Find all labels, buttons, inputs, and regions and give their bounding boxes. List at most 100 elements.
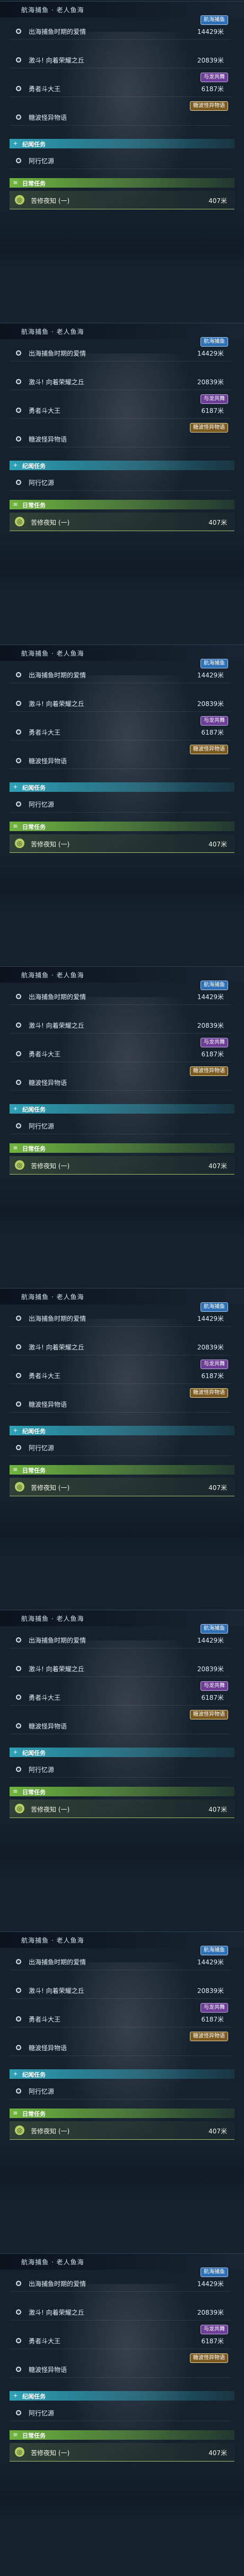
task-distance: 6187米: [201, 2337, 224, 2345]
task-row[interactable]: 出海捕鱼时期的爱情 14429米 航海捕鱼: [10, 337, 231, 361]
memorial-task-header-label: 纪闻任务: [22, 463, 46, 470]
memorial-task-header-label: 纪闻任务: [22, 784, 46, 791]
task-row[interactable]: 出海捕鱼时期的爱情 14429米 航海捕鱼: [10, 659, 231, 683]
daily-task-header[interactable]: ≡ 日常任务: [10, 2430, 234, 2440]
daily-task-row[interactable]: ◎ 苦修夜知 (一) 407米: [10, 191, 234, 209]
daily-task-row[interactable]: ◎ 苦修夜知 (一) 407米: [10, 1799, 234, 1818]
task-distance: 6187米: [201, 407, 224, 414]
memorial-task-header[interactable]: + 纪闻任务: [10, 1748, 234, 1757]
task-distance: 20839米: [197, 1665, 224, 1673]
task-label: 糖波怪异物语: [29, 2366, 67, 2374]
task-distance: 6187米: [201, 729, 224, 736]
task-row[interactable]: 糖波怪异物语 糖波怪异物语: [10, 2353, 231, 2378]
task-bullet-icon: [16, 1445, 21, 1450]
daily-task-row[interactable]: ◎ 苦修夜知 (一) 407米: [10, 1478, 234, 1496]
memorial-task-row[interactable]: 阿行忆源: [10, 2083, 231, 2099]
daily-task-header[interactable]: ≡ 日常任务: [10, 500, 234, 509]
task-bullet-icon: [16, 2309, 21, 2315]
task-row[interactable]: 糖波怪异物语 糖波怪异物语: [10, 1066, 231, 1091]
daily-task-header[interactable]: ≡ 日常任务: [10, 1787, 234, 1796]
task-label: 糖波怪异物语: [29, 1079, 67, 1087]
task-location-tag: 航海捕鱼: [201, 1946, 228, 1955]
memorial-task-header[interactable]: + 纪闻任务: [10, 1104, 234, 1114]
memorial-task-header[interactable]: + 纪闻任务: [10, 461, 234, 470]
task-location-tag: 糖波怪异物语: [190, 101, 228, 111]
daily-task-header-label: 日常任务: [22, 180, 46, 187]
task-row[interactable]: 出海捕鱼时期的爱情 14429米 航海捕鱼: [10, 1946, 231, 1970]
quest-title: 航海捕鱼 · 老人鱼海: [21, 1937, 84, 1944]
memorial-task-row[interactable]: 阿行忆源: [10, 153, 231, 169]
quest-title: 航海捕鱼 · 老人鱼海: [21, 972, 84, 979]
memorial-task-row[interactable]: 阿行忆源: [10, 1118, 231, 1134]
daily-task-header[interactable]: ≡ 日常任务: [10, 822, 234, 831]
task-row[interactable]: 勇者斗大王 6187米 与龙共舞: [10, 1038, 231, 1062]
task-row[interactable]: 出海捕鱼时期的爱情 14429米 航海捕鱼: [10, 2268, 231, 2292]
task-row[interactable]: 糖波怪异物语 糖波怪异物语: [10, 745, 231, 769]
quest-title: 航海捕鱼 · 老人鱼海: [21, 1615, 84, 1622]
daily-task-label: 苦修夜知 (一): [31, 2128, 70, 2135]
task-row[interactable]: 糖波怪异物语 糖波怪异物语: [10, 1388, 231, 1413]
daily-task-row[interactable]: ◎ 苦修夜知 (一) 407米: [10, 1156, 234, 1175]
task-row[interactable]: 糖波怪异物语 糖波怪异物语: [10, 2032, 231, 2056]
task-row[interactable]: 勇者斗大王 6187米 与龙共舞: [10, 1360, 231, 1384]
memorial-task-row[interactable]: 阿行忆源: [10, 1440, 231, 1456]
task-row[interactable]: 出海捕鱼时期的爱情 14429米 航海捕鱼: [10, 1624, 231, 1648]
daily-task-row[interactable]: ◎ 苦修夜知 (一) 407米: [10, 2121, 234, 2140]
task-bullet-icon: [16, 729, 21, 735]
task-bullet-icon: [16, 2088, 21, 2094]
task-row[interactable]: 激斗! 向着荣耀之丘 20839米: [10, 1017, 231, 1034]
task-label: 糖波怪异物语: [29, 757, 67, 765]
memorial-task-header[interactable]: + 纪闻任务: [10, 1426, 234, 1435]
task-row[interactable]: 激斗! 向着荣耀之丘 20839米: [10, 2304, 231, 2321]
task-row[interactable]: 激斗! 向着荣耀之丘 20839米: [10, 1982, 231, 1999]
task-row[interactable]: 糖波怪异物语 糖波怪异物语: [10, 423, 231, 447]
task-row[interactable]: 出海捕鱼时期的爱情 14429米 航海捕鱼: [10, 981, 231, 1005]
task-bullet-icon: [16, 1767, 21, 1772]
memorial-task-row[interactable]: 阿行忆源: [10, 796, 231, 813]
daily-task-row[interactable]: ◎ 苦修夜知 (一) 407米: [10, 2443, 234, 2462]
task-bullet-icon: [16, 672, 21, 677]
task-label: 糖波怪异物语: [29, 1723, 67, 1730]
daily-task-row[interactable]: ◎ 苦修夜知 (一) 407米: [10, 513, 234, 531]
task-row[interactable]: 激斗! 向着荣耀之丘 20839米: [10, 1661, 231, 1677]
daily-task-header[interactable]: ≡ 日常任务: [10, 1465, 234, 1475]
task-label: 激斗! 向着荣耀之丘: [29, 378, 84, 386]
task-row[interactable]: 勇者斗大王 6187米 与龙共舞: [10, 394, 231, 419]
task-bullet-icon: [16, 379, 21, 384]
task-row[interactable]: 勇者斗大王 6187米 与龙共舞: [10, 2325, 231, 2349]
task-row[interactable]: 勇者斗大王 6187米 与龙共舞: [10, 716, 231, 740]
task-bullet-icon: [16, 29, 21, 34]
daily-task-header[interactable]: ≡ 日常任务: [10, 178, 234, 188]
memorial-task-row[interactable]: 阿行忆源: [10, 1761, 231, 1778]
active-quest-icon: ◎: [15, 2447, 24, 2457]
memorial-task-row[interactable]: 阿行忆源: [10, 474, 231, 491]
task-row[interactable]: 激斗! 向着荣耀之丘 20839米: [10, 374, 231, 390]
memorial-task-header[interactable]: + 纪闻任务: [10, 139, 234, 148]
task-bullet-icon: [16, 2281, 21, 2286]
memorial-task-header[interactable]: + 纪闻任务: [10, 782, 234, 792]
task-row[interactable]: 出海捕鱼时期的爱情 14429米 航海捕鱼: [10, 1302, 231, 1327]
task-row[interactable]: 激斗! 向着荣耀之丘 20839米: [10, 695, 231, 712]
task-bullet-icon: [16, 1123, 21, 1128]
task-location-tag: 航海捕鱼: [201, 659, 228, 668]
task-row[interactable]: 勇者斗大王 6187米 与龙共舞: [10, 1681, 231, 1706]
list-icon: ≡: [13, 1466, 18, 1473]
task-row[interactable]: 激斗! 向着荣耀之丘 20839米: [10, 52, 231, 68]
memorial-task-label: 阿行忆源: [29, 801, 55, 808]
memorial-task-row[interactable]: 阿行忆源: [10, 2405, 231, 2421]
daily-task-header[interactable]: ≡ 日常任务: [10, 2109, 234, 2118]
daily-task-header[interactable]: ≡ 日常任务: [10, 1143, 234, 1153]
task-row[interactable]: 勇者斗大王 6187米 与龙共舞: [10, 73, 231, 97]
task-row[interactable]: 勇者斗大王 6187米 与龙共舞: [10, 2003, 231, 2027]
task-row[interactable]: 糖波怪异物语 糖波怪异物语: [10, 1710, 231, 1734]
task-label: 激斗! 向着荣耀之丘: [29, 1022, 84, 1029]
memorial-task-label: 阿行忆源: [29, 157, 55, 165]
daily-task-row[interactable]: ◎ 苦修夜知 (一) 407米: [10, 834, 234, 853]
task-row[interactable]: 激斗! 向着荣耀之丘 20839米: [10, 1339, 231, 1355]
memorial-task-header[interactable]: + 纪闻任务: [10, 2069, 234, 2079]
task-row[interactable]: 出海捕鱼时期的爱情 14429米 航海捕鱼: [10, 15, 231, 40]
task-distance: 6187米: [201, 1372, 224, 1380]
task-row[interactable]: 糖波怪异物语 糖波怪异物语: [10, 101, 231, 126]
memorial-task-header[interactable]: + 纪闻任务: [10, 2391, 234, 2401]
task-bullet-icon: [16, 994, 21, 999]
